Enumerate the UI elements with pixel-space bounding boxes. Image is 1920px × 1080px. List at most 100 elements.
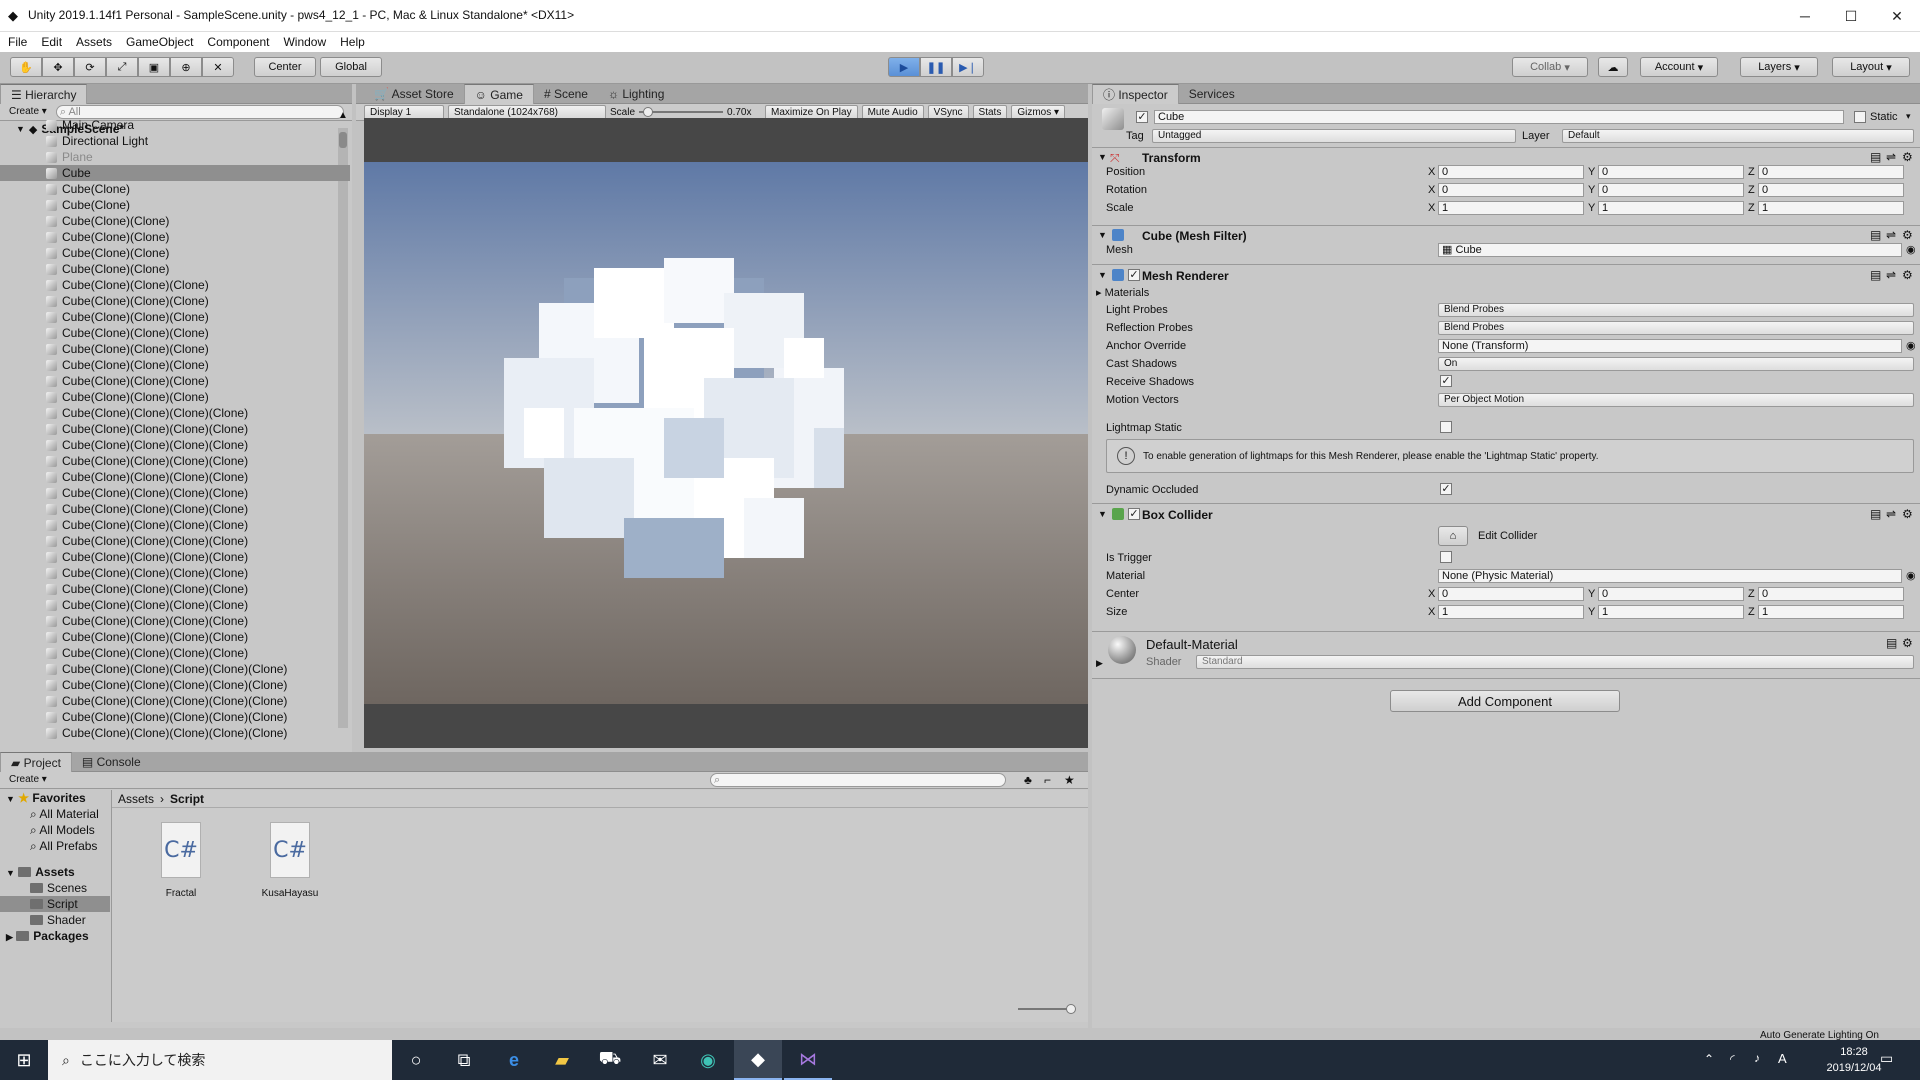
hierarchy-item[interactable]: Cube(Clone)(Clone)(Clone) [0, 277, 350, 293]
file-kusahayasu[interactable]: C# KusaHayasu [250, 822, 330, 899]
menu-file[interactable]: File [8, 32, 27, 52]
menu-help[interactable]: Help [340, 32, 365, 52]
breadcrumb-script[interactable]: Script [170, 792, 204, 806]
settings-gear-icon[interactable]: ⚙ [1902, 268, 1913, 282]
cloud-icon[interactable]: ☁ [1598, 57, 1628, 77]
hierarchy-item[interactable]: Cube(Clone)(Clone)(Clone)(Clone) [0, 629, 350, 645]
tab-hierarchy[interactable]: ☰ Hierarchy [0, 83, 88, 104]
asset-folder-item[interactable]: Script [0, 896, 110, 912]
favorite-item[interactable]: ⌕ All Models [0, 822, 110, 838]
step-button[interactable]: ▶❘ [952, 57, 984, 77]
hierarchy-item[interactable]: Cube(Clone)(Clone)(Clone)(Clone) [0, 597, 350, 613]
network-icon[interactable]: ◜ [1730, 1052, 1735, 1066]
hierarchy-item[interactable]: Cube(Clone)(Clone)(Clone)(Clone)(Clone) [0, 661, 350, 677]
hierarchy-item[interactable]: Cube(Clone) [0, 197, 350, 213]
settings-gear-icon[interactable]: ⚙ [1902, 636, 1913, 650]
close-button[interactable]: ✕ [1874, 0, 1920, 32]
hierarchy-item[interactable]: Cube(Clone)(Clone)(Clone)(Clone) [0, 501, 350, 517]
rect-tool-icon[interactable]: ▣ [138, 57, 170, 77]
windows-start-icon[interactable]: ⊞ [0, 1040, 48, 1080]
reflection-probes-dropdown[interactable]: Blend Probes [1438, 321, 1914, 335]
vector-z-field[interactable]: 1 [1758, 201, 1904, 215]
favorite-item[interactable]: ⌕ All Prefabs [0, 838, 110, 854]
tab-asset-store[interactable]: 🛒 Asset Store [364, 84, 464, 104]
materials-foldout[interactable]: ▸ Materials [1096, 286, 1149, 299]
vector-z-field[interactable]: 0 [1758, 587, 1904, 601]
vector-z-field[interactable]: 0 [1758, 183, 1904, 197]
tab-game[interactable]: ☺ Game [463, 83, 534, 104]
favorites-node[interactable]: ▼ ★ Favorites [0, 790, 110, 806]
vector-x-field[interactable]: 0 [1438, 587, 1584, 601]
hierarchy-item[interactable]: Cube(Clone)(Clone)(Clone)(Clone) [0, 645, 350, 661]
task-view-icon[interactable]: ⧉ [440, 1040, 488, 1080]
collab-dropdown[interactable]: Collab ▾ [1512, 57, 1588, 77]
favorite-item[interactable]: ⌕ All Material [0, 806, 110, 822]
anchor-override-field[interactable]: None (Transform) [1438, 339, 1902, 353]
is-trigger-checkbox[interactable] [1440, 551, 1452, 563]
scale-tool-icon[interactable]: ⤢ [106, 57, 138, 77]
static-checkbox[interactable] [1854, 111, 1866, 123]
filter-type-icon[interactable]: ♣ [1024, 773, 1032, 787]
preset-icon[interactable]: ⇌ [1886, 228, 1896, 242]
hierarchy-item[interactable]: Cube(Clone)(Clone)(Clone) [0, 341, 350, 357]
active-checkbox[interactable]: ✓ [1136, 111, 1148, 123]
preset-icon[interactable]: ⇌ [1886, 507, 1896, 521]
taskbar-search-box[interactable]: ⌕ ここに入力して検索 [48, 1040, 392, 1080]
hierarchy-item[interactable]: Cube(Clone)(Clone)(Clone)(Clone) [0, 405, 350, 421]
vector-y-field[interactable]: 1 [1598, 201, 1744, 215]
hand-tool-icon[interactable]: ✋ [10, 57, 42, 77]
menu-assets[interactable]: Assets [76, 32, 112, 52]
vector-x-field[interactable]: 0 [1438, 183, 1584, 197]
file-fractal[interactable]: C# Fractal [152, 822, 210, 899]
app-icon[interactable]: ◉ [684, 1040, 732, 1080]
layers-dropdown[interactable]: Layers ▾ [1740, 57, 1818, 77]
asset-folder-item[interactable]: Scenes [0, 880, 110, 896]
vector-x-field[interactable]: 1 [1438, 605, 1584, 619]
hierarchy-item[interactable]: Main Camera [0, 117, 350, 133]
scale-slider[interactable] [639, 107, 724, 117]
hierarchy-item[interactable]: Cube(Clone)(Clone)(Clone)(Clone) [0, 533, 350, 549]
unity-taskbar-icon[interactable]: ◆ [734, 1040, 782, 1080]
hierarchy-item[interactable]: Cube(Clone)(Clone)(Clone) [0, 357, 350, 373]
tab-console[interactable]: ▤ Console [72, 752, 151, 772]
physic-material-field[interactable]: None (Physic Material) [1438, 569, 1902, 583]
help-book-icon[interactable]: ▤ [1870, 507, 1881, 521]
foldout-arrow-icon[interactable]: ▼ [6, 868, 15, 878]
hierarchy-item[interactable]: Cube(Clone)(Clone)(Clone)(Clone) [0, 613, 350, 629]
hierarchy-item[interactable]: Cube(Clone)(Clone)(Clone)(Clone)(Clone) [0, 677, 350, 693]
volume-icon[interactable]: ♪ [1754, 1051, 1760, 1065]
asset-folder-item[interactable]: Shader [0, 912, 110, 928]
menu-component[interactable]: Component [207, 32, 269, 52]
breadcrumb-assets[interactable]: Assets [118, 792, 154, 806]
lightmap-static-checkbox[interactable] [1440, 421, 1452, 433]
hierarchy-item[interactable]: Cube(Clone)(Clone)(Clone)(Clone)(Clone) [0, 709, 350, 725]
hierarchy-item[interactable]: Cube(Clone)(Clone)(Clone)(Clone) [0, 517, 350, 533]
hierarchy-item[interactable]: Plane [0, 149, 350, 165]
receive-shadows-checkbox[interactable]: ✓ [1440, 375, 1452, 387]
layout-dropdown[interactable]: Layout ▾ [1832, 57, 1910, 77]
edge-browser-icon[interactable]: e [490, 1040, 538, 1080]
project-create-dropdown[interactable]: Create ▾ [4, 773, 52, 788]
object-name-field[interactable]: Cube [1154, 110, 1844, 124]
cast-shadows-dropdown[interactable]: On [1438, 357, 1914, 371]
preset-icon[interactable]: ⇌ [1886, 150, 1896, 164]
hierarchy-item[interactable]: Cube(Clone) [0, 181, 350, 197]
hierarchy-item[interactable]: Cube(Clone)(Clone)(Clone)(Clone) [0, 421, 350, 437]
game-render-area[interactable] [364, 118, 1088, 748]
hierarchy-item[interactable]: Cube [0, 165, 350, 181]
play-button[interactable]: ▶ [888, 57, 920, 77]
favorite-star-icon[interactable]: ★ [1064, 773, 1075, 787]
help-book-icon[interactable]: ▤ [1870, 150, 1881, 164]
tab-inspector[interactable]: ⓘ Inspector [1092, 83, 1179, 104]
store-icon[interactable]: ⛟ [586, 1040, 634, 1080]
project-search-input[interactable]: ⌕ [710, 773, 1006, 787]
hierarchy-item[interactable]: Cube(Clone)(Clone) [0, 229, 350, 245]
shader-dropdown[interactable]: Standard [1196, 655, 1914, 669]
file-explorer-icon[interactable]: ▰ [538, 1040, 586, 1080]
hierarchy-item[interactable]: Cube(Clone)(Clone)(Clone)(Clone) [0, 549, 350, 565]
minimize-button[interactable]: ─ [1782, 0, 1828, 32]
move-tool-icon[interactable]: ✥ [42, 57, 74, 77]
tab-project[interactable]: ▰ Project [0, 751, 72, 772]
mesh-filter-foldout-icon[interactable]: ▼ [1098, 230, 1107, 240]
pause-button[interactable]: ❚❚ [920, 57, 952, 77]
